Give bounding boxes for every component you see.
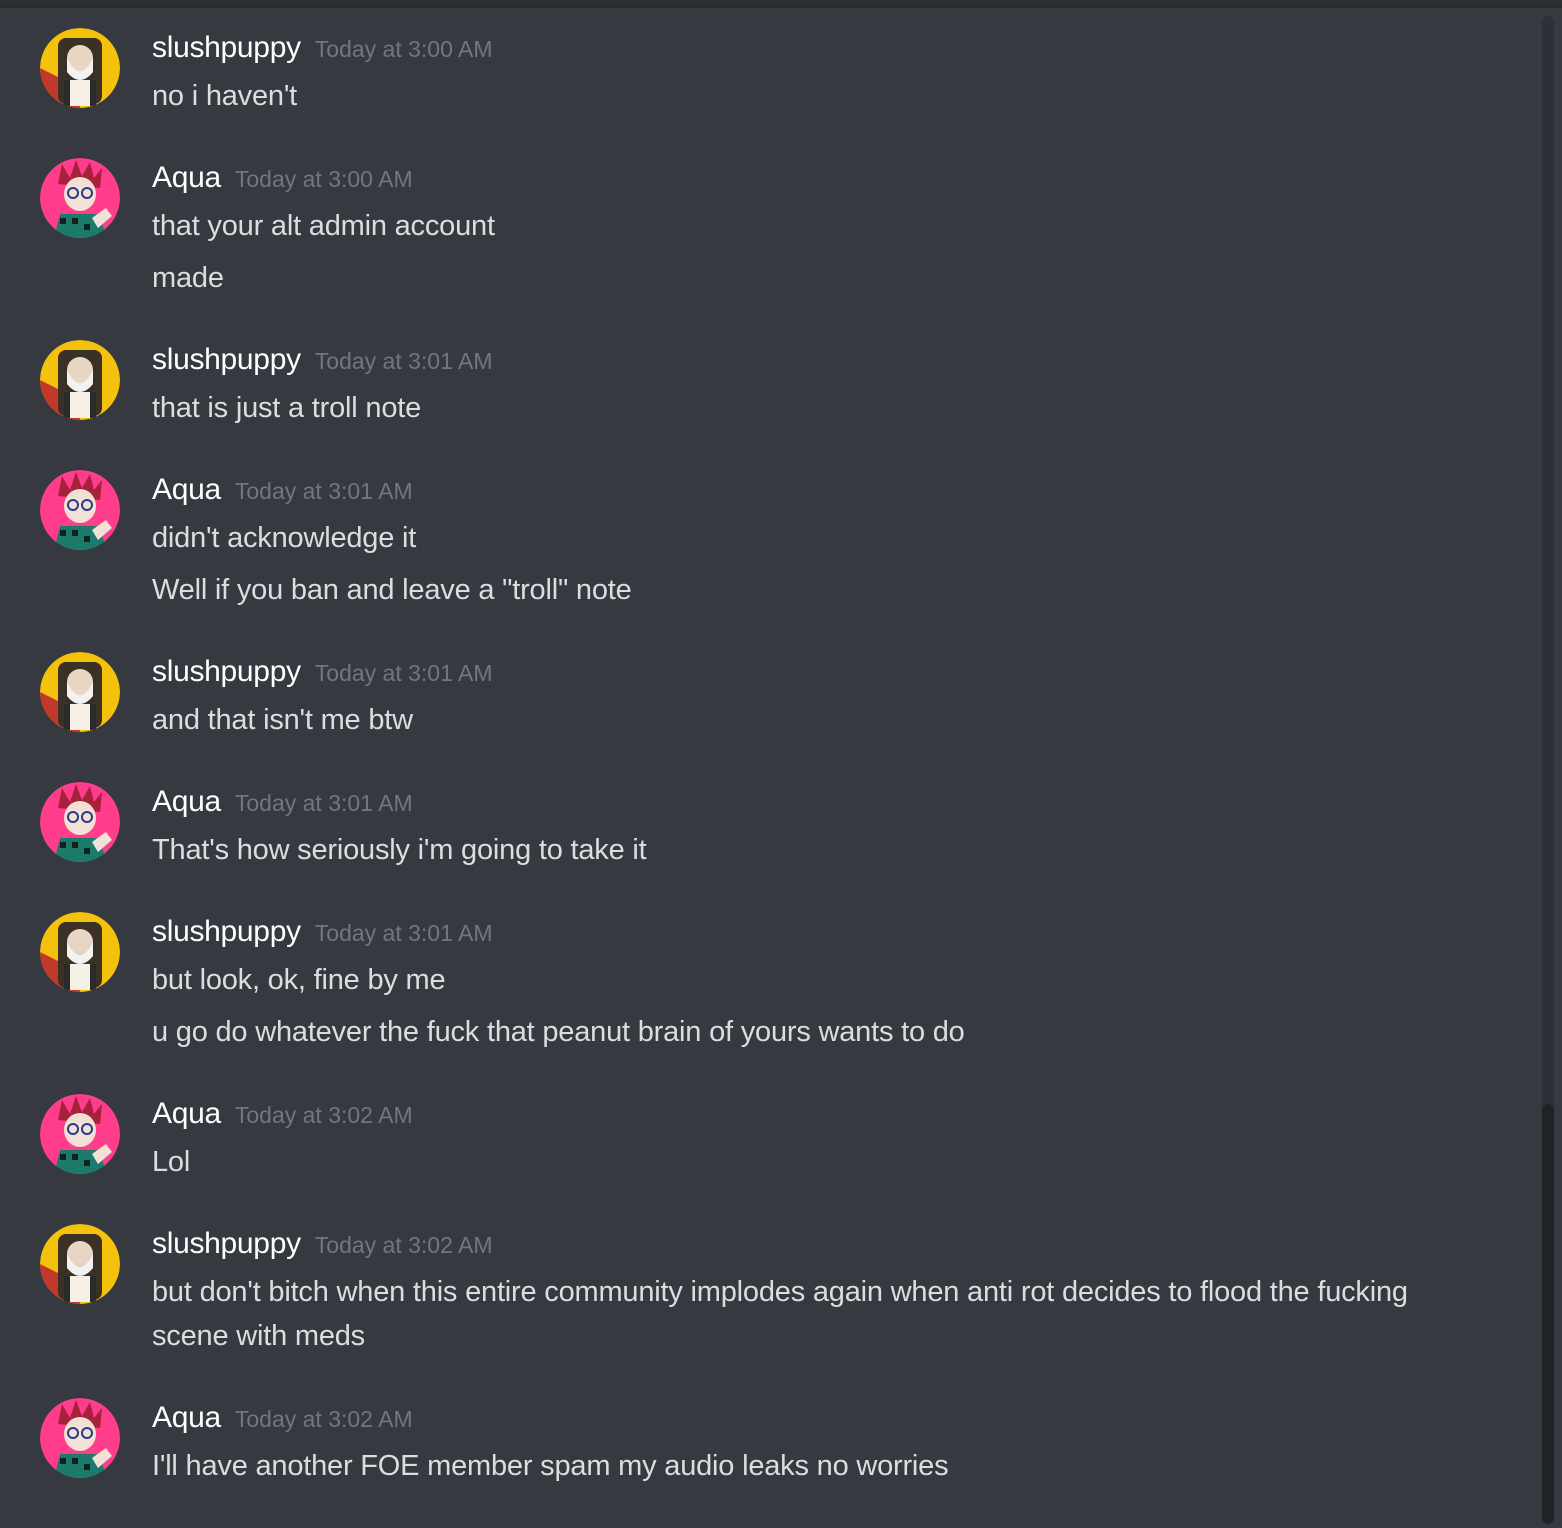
avatar[interactable]: [40, 1224, 120, 1304]
username[interactable]: slushpuppy: [152, 343, 301, 376]
message-line: made: [152, 262, 224, 294]
message-content: Lol: [152, 1140, 1452, 1192]
avatar-image-aqua: [40, 158, 120, 238]
username[interactable]: Aqua: [152, 785, 221, 818]
avatar-image-slushpuppy: [40, 912, 120, 992]
message-line: that your alt admin account: [152, 210, 495, 242]
message-line: Lol: [152, 1146, 191, 1178]
message-line: no i haven't: [152, 80, 298, 112]
timestamp: Today at 3:00 AM: [234, 166, 413, 192]
scrollbar-thumb[interactable]: [1542, 1104, 1554, 1524]
message-line: I'll have another FOE member spam my aud…: [152, 1450, 949, 1482]
timestamp: Today at 3:01 AM: [234, 790, 413, 816]
message-line: but look, ok, fine by me: [152, 964, 446, 996]
message-content: but look, ok, fine by me u go do whateve…: [152, 958, 1452, 1062]
message-content: and that isn't me btw: [152, 698, 1452, 750]
username[interactable]: Aqua: [152, 1097, 221, 1130]
message-line: Well if you ban and leave a "troll" note: [152, 574, 632, 606]
avatar-image-aqua: [40, 1094, 120, 1174]
avatar-image-aqua: [40, 470, 120, 550]
avatar-image-slushpuppy: [40, 652, 120, 732]
username[interactable]: slushpuppy: [152, 915, 301, 948]
message-header: Aqua Today at 3:01 AM: [152, 782, 413, 822]
top-edge: [0, 0, 1562, 8]
timestamp: Today at 3:01 AM: [314, 920, 493, 946]
message-content: that is just a troll note: [152, 386, 1452, 438]
username[interactable]: Aqua: [152, 473, 221, 506]
timestamp: Today at 3:01 AM: [234, 478, 413, 504]
timestamp: Today at 3:02 AM: [234, 1406, 413, 1432]
message-line: That's how seriously i'm going to take i…: [152, 834, 647, 866]
message-content: that your alt admin account made: [152, 204, 1452, 308]
message-content: but don't bitch when this entire communi…: [152, 1270, 1452, 1366]
message-line: and that isn't me btw: [152, 704, 413, 736]
username[interactable]: slushpuppy: [152, 1227, 301, 1260]
message-line: that is just a troll note: [152, 392, 422, 424]
username[interactable]: slushpuppy: [152, 31, 301, 64]
avatar-image-aqua: [40, 1398, 120, 1478]
avatar[interactable]: [40, 1094, 120, 1174]
username[interactable]: slushpuppy: [152, 655, 301, 688]
avatar[interactable]: [40, 782, 120, 862]
message-line: but don't bitch when this entire communi…: [152, 1276, 1408, 1352]
username[interactable]: Aqua: [152, 161, 221, 194]
scrollbar[interactable]: [1538, 8, 1562, 1528]
message-header: slushpuppy Today at 3:02 AM: [152, 1224, 493, 1264]
message-content: That's how seriously i'm going to take i…: [152, 828, 1452, 880]
message-content: no i haven't: [152, 74, 1452, 126]
message-header: slushpuppy Today at 3:01 AM: [152, 652, 493, 692]
avatar[interactable]: [40, 158, 120, 238]
message-line: u go do whatever the fuck that peanut br…: [152, 1016, 965, 1048]
timestamp: Today at 3:02 AM: [234, 1102, 413, 1128]
avatar[interactable]: [40, 28, 120, 108]
message-header: slushpuppy Today at 3:01 AM: [152, 912, 493, 952]
message-line: didn't acknowledge it: [152, 522, 417, 554]
avatar-image-aqua: [40, 782, 120, 862]
avatar-image-slushpuppy: [40, 340, 120, 420]
message-header: Aqua Today at 3:01 AM: [152, 470, 413, 510]
message-header: Aqua Today at 3:02 AM: [152, 1094, 413, 1134]
timestamp: Today at 3:01 AM: [314, 348, 493, 374]
avatar[interactable]: [40, 340, 120, 420]
avatar[interactable]: [40, 1398, 120, 1478]
message-content: didn't acknowledge it Well if you ban an…: [152, 516, 1452, 620]
timestamp: Today at 3:01 AM: [314, 660, 493, 686]
message-header: Aqua Today at 3:02 AM: [152, 1398, 413, 1438]
message-header: Aqua Today at 3:00 AM: [152, 158, 413, 198]
avatar[interactable]: [40, 470, 120, 550]
message-content: I'll have another FOE member spam my aud…: [152, 1444, 1452, 1496]
timestamp: Today at 3:00 AM: [314, 36, 493, 62]
message-list: slushpuppy Today at 3:00 AM no i haven't …: [0, 8, 1538, 1528]
username[interactable]: Aqua: [152, 1401, 221, 1434]
timestamp: Today at 3:02 AM: [314, 1232, 493, 1258]
avatar[interactable]: [40, 652, 120, 732]
message-header: slushpuppy Today at 3:00 AM: [152, 28, 493, 68]
avatar-image-slushpuppy: [40, 1224, 120, 1304]
message-header: slushpuppy Today at 3:01 AM: [152, 340, 493, 380]
avatar[interactable]: [40, 912, 120, 992]
avatar-image-slushpuppy: [40, 28, 120, 108]
